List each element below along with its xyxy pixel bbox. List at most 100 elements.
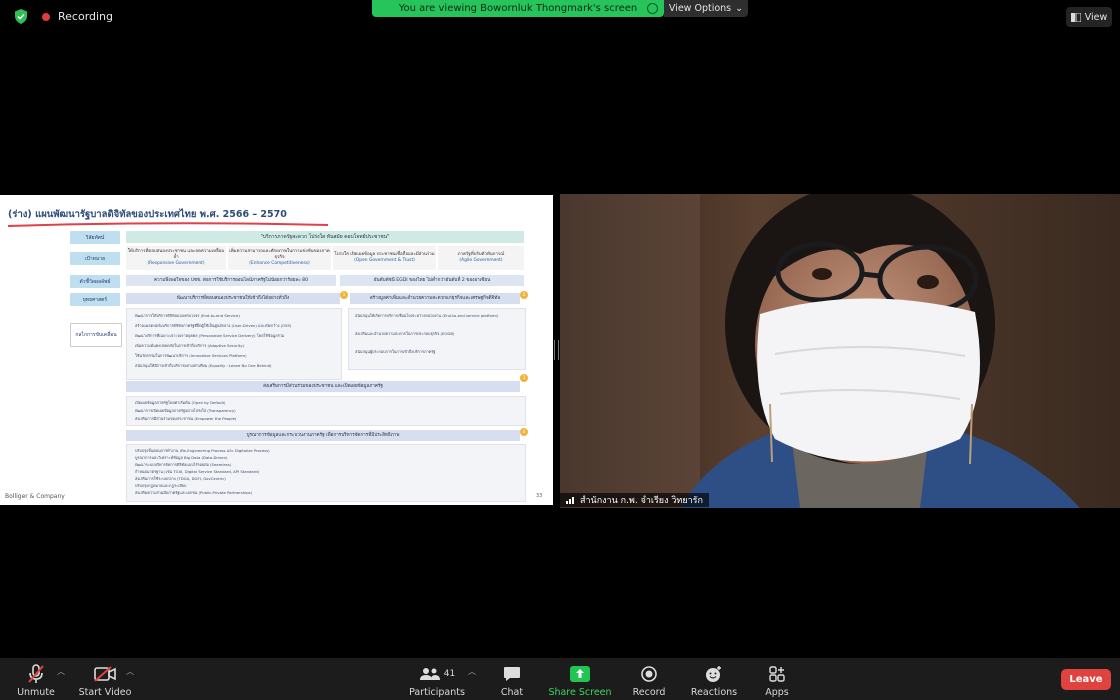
- video-options-caret[interactable]: ︿: [126, 666, 134, 677]
- participant-video[interactable]: [560, 194, 1120, 508]
- participant-video-image: [560, 194, 1120, 508]
- recording-indicator[interactable]: Recording: [14, 9, 113, 24]
- goal-box-4: ภาครัฐที่ปรับตัวทันการณ์ (Agile Governme…: [438, 246, 524, 270]
- strategy-2-bullets: สนับสนุนให้เกิดการบริการเชื่อมโยงระหว่าง…: [348, 308, 526, 370]
- row-label-mechanism: กลไกการขับเคลื่อน: [70, 323, 122, 347]
- chevron-down-icon: ⌄: [735, 3, 744, 14]
- reactions-smiley-icon: [705, 664, 723, 684]
- participant-name-tag: สำนักงาน ก.พ. จำเรียง วิทยารัก: [560, 493, 709, 507]
- participants-button[interactable]: 41 Participants: [406, 660, 468, 698]
- bullet-s3-0: เปิดเผยข้อมูลภาครัฐโดยค่าเริ่มต้น (Open …: [135, 400, 226, 405]
- participant-name: สำนักงาน ก.พ. จำเรียง วิทยารัก: [580, 496, 703, 506]
- strategy-header-4: บูรณาการข้อมูลและกระบวนงานภาครัฐ เพื่อกา…: [126, 430, 520, 441]
- row-label-strategy: ยุทธศาสตร์: [70, 293, 120, 306]
- view-options-button[interactable]: View Options ⌄: [664, 0, 748, 17]
- start-video-label: Start Video: [78, 687, 132, 698]
- apps-label: Apps: [765, 687, 789, 698]
- vision-statement: "บริการภาครัฐสะดวก โปร่งใส ทันสมัย ตอบโจ…: [126, 231, 524, 243]
- strategy-number-badge: 1: [340, 291, 348, 299]
- signal-strength-icon: [566, 497, 574, 504]
- bullet-s4-5: ปรับปรุงกฎหมายและกฎระเบียบ: [135, 483, 187, 488]
- leave-button[interactable]: Leave: [1061, 669, 1111, 690]
- row-label-vision: วิสัยทัศน์: [70, 231, 120, 244]
- chat-button[interactable]: Chat: [496, 660, 528, 698]
- strategy-header-1: พัฒนาบริการที่ตอบสนองประชาชนให้เข้าถึงได…: [126, 293, 340, 304]
- participants-icon-group: 41: [419, 664, 455, 684]
- banner-text: You are viewing Bowornluk Thongmark's sc…: [398, 3, 638, 14]
- bullet-s4-2: พัฒนาระบบบริหารจัดการดิจิทัลแบบไร้รอยต่อ…: [135, 462, 232, 467]
- goal-en: (Agile Government): [459, 258, 503, 263]
- goal-box-1: ให้บริการที่ตอบสนองประชาชน และลดความเหลื…: [126, 246, 226, 270]
- shared-screen-slide: (ร่าง) แผนพัฒนารัฐบาลดิจิทัลของประเทศไทย…: [0, 195, 553, 505]
- goal-box-3: โปร่งใส เปิดเผยข้อมูล ประชาชนเชื่อถือและ…: [333, 246, 436, 270]
- slide-title: (ร่าง) แผนพัฒนารัฐบาลดิจิทัลของประเทศไทย…: [8, 209, 287, 220]
- goal-box-2: เพิ่มความสามารถและศักยภาพในการแข่งขันของ…: [228, 246, 331, 270]
- indicator-box-2: อันดับดัชนี EGDI ของไทย ไม่ต่ำกว่าอันดับ…: [340, 275, 524, 286]
- strategy-number-badge: 2: [520, 291, 528, 299]
- split-resize-handle[interactable]: [554, 340, 559, 360]
- row-label-goal: เป้าหมาย: [70, 252, 120, 265]
- screen-share-banner: You are viewing Bowornluk Thongmark's sc…: [372, 0, 664, 17]
- view-button[interactable]: View: [1066, 7, 1112, 27]
- participants-icon: [419, 668, 440, 680]
- strategy-1-bullets: พัฒนาการให้บริการดิจิทัลแบบครบวงจร (End-…: [126, 308, 342, 380]
- record-label: Record: [632, 687, 666, 698]
- bullet-s4-4: ส่งเสริมการใช้ระบบกลาง (TDGA, DGFI, GovC…: [135, 476, 226, 481]
- bullet-s2-0: สนับสนุนให้เกิดการบริการเชื่อมโยงระหว่าง…: [355, 313, 499, 318]
- reactions-button[interactable]: Reactions: [690, 660, 738, 698]
- reactions-label: Reactions: [690, 687, 738, 698]
- slide-brand: Bolliger & Company: [5, 493, 65, 500]
- meeting-toolbar: Unmute ︿ Start Video ︿ 41 Participants ︿…: [0, 658, 1120, 700]
- participants-label: Participants: [409, 687, 465, 698]
- recording-label: Recording: [58, 10, 114, 23]
- bullet-s1-0: พัฒนาการให้บริการดิจิทัลแบบครบวงจร (End-…: [135, 313, 240, 318]
- bullet-s1-1: สร้างแพลตฟอร์มบริการดิจิทัลภาครัฐที่ยึดผ…: [135, 323, 292, 328]
- strategy-number-badge: 4: [520, 428, 528, 436]
- video-off-icon: [94, 664, 116, 684]
- goal-en: (Open Government & Trust): [354, 258, 415, 263]
- row-label-indicator: ตัวชี้วัดผลลัพธ์: [70, 275, 120, 288]
- bullet-s4-3: กำหนดมาตรฐาน (เช่น TGIX, Digital Service…: [135, 469, 260, 474]
- strategy-header-2: สร้างมูลค่าเพิ่มและอำนวยความสะดวกแก่ธุรก…: [350, 293, 520, 304]
- bullet-s4-0: ปรับปรุงขั้นตอนการทำงาน (Re-Engineering …: [135, 448, 270, 453]
- bullet-s3-2: ส่งเสริมการมีส่วนร่วมของประชาชน (Empower…: [135, 416, 237, 421]
- indicator-box-1: ความพึงพอใจของ ปชช. ต่อการใช้บริการออนไล…: [126, 275, 336, 286]
- bullet-s3-1: พัฒนาการเปิดเผยข้อมูลภาครัฐอย่างโปร่งใส …: [135, 408, 236, 413]
- strategy-3-bullets: เปิดเผยข้อมูลภาครัฐโดยค่าเริ่มต้น (Open …: [126, 396, 526, 426]
- apps-button[interactable]: Apps: [762, 660, 792, 698]
- goal-en: (Enhance Competitiveness): [249, 261, 310, 266]
- goal-text: ให้บริการที่ตอบสนองประชาชน และลดความเหลื…: [127, 249, 225, 260]
- share-screen-label: Share Screen: [548, 687, 612, 698]
- bullet-s4-6: ส่งเสริมความร่วมมือภาครัฐและเอกชน (Publi…: [135, 490, 253, 495]
- view-label: View: [1084, 11, 1108, 23]
- strategy-header-3: ส่งเสริมการมีส่วนร่วมของประชาชน และเปิดเ…: [126, 381, 520, 392]
- chat-label: Chat: [500, 687, 524, 698]
- start-video-button[interactable]: Start Video: [78, 660, 132, 698]
- participants-count: 41: [443, 669, 456, 679]
- record-button[interactable]: Record: [630, 660, 668, 698]
- goal-text: เพิ่มความสามารถและศักยภาพในการแข่งขันของ…: [229, 249, 330, 260]
- view-options-label: View Options: [668, 3, 732, 14]
- goal-en: (Responsive Government): [147, 261, 205, 266]
- apps-icon: [769, 664, 785, 684]
- bullet-s4-1: บูรณาการและวิเคราะห์ข้อมูล Big Data (Dat…: [135, 455, 228, 460]
- security-shield-icon[interactable]: [14, 9, 28, 24]
- bullet-s2-1: ส่งเสริมและอำนวยความสะดวกในการประกอบธุรก…: [355, 331, 455, 336]
- share-screen-button[interactable]: Share Screen: [548, 660, 612, 698]
- chat-icon: [503, 664, 521, 684]
- bullet-s1-3: เพิ่มความมั่นคงปลอดภัยในการเข้าถึงบริการ…: [135, 343, 245, 348]
- record-icon: [641, 664, 657, 684]
- share-screen-icon: [570, 664, 590, 684]
- bullet-s1-5: สนับสนุนให้มีการเข้าถึงบริการอย่างเท่าเท…: [135, 363, 272, 368]
- strategy-number-badge: 3: [520, 374, 528, 382]
- title-underline-decoration: [8, 222, 328, 227]
- muted-microphone-icon: [27, 664, 45, 684]
- audio-options-caret[interactable]: ︿: [57, 666, 65, 677]
- recording-dot-icon: [42, 12, 50, 21]
- participants-options-caret[interactable]: ︿: [468, 666, 476, 677]
- share-status-icon: [647, 3, 658, 14]
- unmute-button[interactable]: Unmute: [14, 660, 58, 698]
- grid-view-icon: [1070, 12, 1081, 22]
- strategy-4-bullets: ปรับปรุงขั้นตอนการทำงาน (Re-Engineering …: [126, 444, 526, 502]
- bullet-s2-2: สนับสนุนผู้ประกอบการในการเข้าถึงบริการภา…: [355, 349, 436, 354]
